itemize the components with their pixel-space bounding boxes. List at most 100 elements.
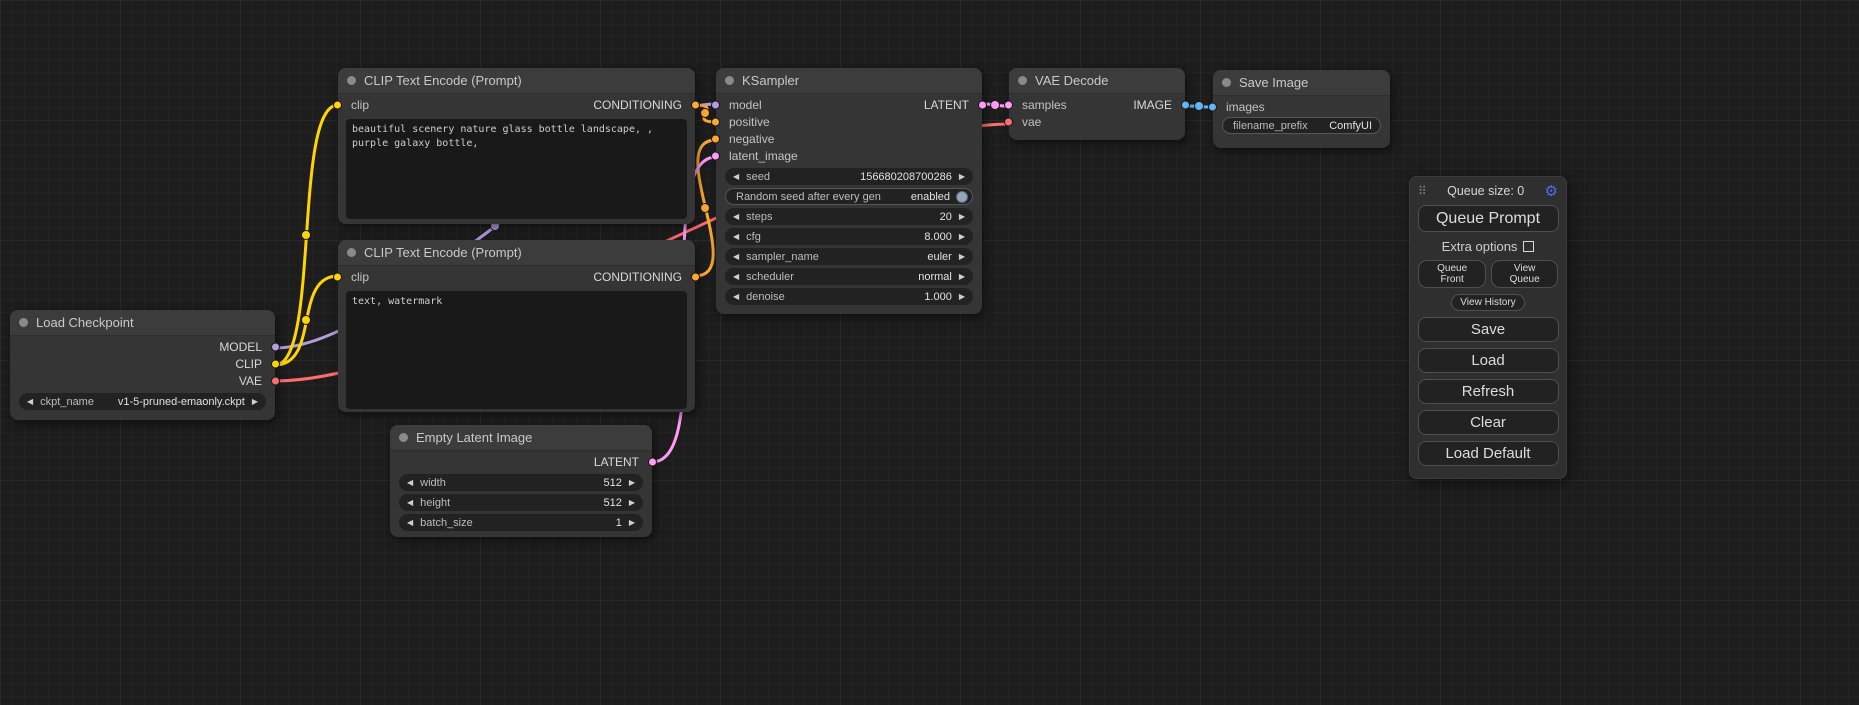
- decrement-arrow-icon[interactable]: [733, 213, 739, 221]
- node-titlebar[interactable]: CLIP Text Encode (Prompt): [338, 240, 695, 266]
- increment-arrow-icon[interactable]: [252, 398, 258, 406]
- input-slot-samples[interactable]: [1004, 100, 1013, 109]
- collapse-dot-icon[interactable]: [725, 76, 734, 85]
- output-slot-clip[interactable]: [271, 359, 280, 368]
- increment-arrow-icon[interactable]: [629, 479, 635, 487]
- slot-row: model LATENT: [716, 96, 982, 113]
- input-slot-vae[interactable]: [1004, 117, 1013, 126]
- refresh-button[interactable]: Refresh: [1418, 379, 1559, 404]
- output-slot-latent[interactable]: [648, 457, 657, 466]
- node-empty-latent-image[interactable]: Empty Latent Image LATENT width 512 heig…: [390, 425, 652, 537]
- node-titlebar[interactable]: Empty Latent Image: [390, 425, 652, 451]
- widget-filename-prefix[interactable]: filename_prefix ComfyUI: [1222, 117, 1381, 134]
- settings-gear-icon[interactable]: [1545, 182, 1558, 200]
- output-slot-latent[interactable]: [978, 100, 987, 109]
- increment-arrow-icon[interactable]: [959, 253, 965, 261]
- decrement-arrow-icon[interactable]: [733, 293, 739, 301]
- link-midpoint-dot: [302, 231, 311, 240]
- collapse-dot-icon[interactable]: [347, 248, 356, 257]
- extra-options-checkbox[interactable]: [1523, 241, 1534, 252]
- clear-button[interactable]: Clear: [1418, 410, 1559, 435]
- widget-random-seed-toggle[interactable]: Random seed after every gen enabled: [725, 188, 973, 205]
- collapse-dot-icon[interactable]: [399, 433, 408, 442]
- widget-label: filename_prefix: [1233, 120, 1308, 132]
- increment-arrow-icon[interactable]: [959, 293, 965, 301]
- node-vae-decode[interactable]: VAE Decode samples IMAGE vae: [1009, 68, 1185, 140]
- input-slot-images[interactable]: [1208, 102, 1217, 111]
- decrement-arrow-icon[interactable]: [407, 479, 413, 487]
- decrement-arrow-icon[interactable]: [733, 233, 739, 241]
- view-history-button[interactable]: View History: [1451, 294, 1524, 311]
- widget-cfg[interactable]: cfg 8.000: [725, 228, 973, 245]
- input-slot-latent-image[interactable]: [711, 151, 720, 160]
- save-button[interactable]: Save: [1418, 317, 1559, 342]
- node-titlebar[interactable]: VAE Decode: [1009, 68, 1185, 94]
- node-titlebar[interactable]: Save Image: [1213, 70, 1390, 96]
- collapse-dot-icon[interactable]: [1222, 78, 1231, 87]
- node-title: Save Image: [1239, 75, 1308, 90]
- queue-front-button[interactable]: Queue Front: [1418, 260, 1486, 288]
- collapse-dot-icon[interactable]: [347, 76, 356, 85]
- widget-sampler-name[interactable]: sampler_name euler: [725, 248, 973, 265]
- decrement-arrow-icon[interactable]: [733, 253, 739, 261]
- widget-batch-size[interactable]: batch_size 1: [399, 514, 643, 531]
- output-slot-model[interactable]: [271, 342, 280, 351]
- slot-row: negative: [716, 130, 982, 147]
- decrement-arrow-icon[interactable]: [733, 273, 739, 281]
- node-save-image[interactable]: Save Image images filename_prefix ComfyU…: [1213, 70, 1390, 148]
- increment-arrow-icon[interactable]: [959, 273, 965, 281]
- increment-arrow-icon[interactable]: [959, 213, 965, 221]
- widget-width[interactable]: width 512: [399, 474, 643, 491]
- widget-scheduler[interactable]: scheduler normal: [725, 268, 973, 285]
- widget-denoise[interactable]: denoise 1.000: [725, 288, 973, 305]
- output-slot-image[interactable]: [1181, 100, 1190, 109]
- output-label-vae: VAE: [239, 374, 262, 388]
- widget-seed[interactable]: seed 156680208700286: [725, 168, 973, 185]
- output-slot-conditioning[interactable]: [691, 272, 700, 281]
- load-button[interactable]: Load: [1418, 348, 1559, 373]
- node-titlebar[interactable]: Load Checkpoint: [10, 310, 275, 336]
- increment-arrow-icon[interactable]: [959, 233, 965, 241]
- node-clip-text-encode-positive[interactable]: CLIP Text Encode (Prompt) clip CONDITION…: [338, 68, 695, 224]
- collapse-dot-icon[interactable]: [1018, 76, 1027, 85]
- increment-arrow-icon[interactable]: [629, 519, 635, 527]
- queue-prompt-button[interactable]: Queue Prompt: [1418, 205, 1559, 232]
- widget-steps[interactable]: steps 20: [725, 208, 973, 225]
- slot-row: latent_image: [716, 147, 982, 164]
- comfyui-canvas[interactable]: { "colors": { "model": "#B39DDB", "clip"…: [0, 0, 1859, 705]
- increment-arrow-icon[interactable]: [959, 173, 965, 181]
- prompt-textarea[interactable]: text, watermark: [346, 291, 687, 409]
- input-slot-clip[interactable]: [333, 100, 342, 109]
- input-slot-positive[interactable]: [711, 117, 720, 126]
- decrement-arrow-icon[interactable]: [407, 519, 413, 527]
- widget-value: normal: [918, 271, 952, 283]
- collapse-dot-icon[interactable]: [19, 318, 28, 327]
- output-label-latent: LATENT: [924, 98, 969, 112]
- node-ksampler[interactable]: KSampler model LATENT positive negative …: [716, 68, 982, 314]
- widget-value: 20: [940, 211, 952, 223]
- view-queue-button[interactable]: View Queue: [1491, 260, 1558, 288]
- node-titlebar[interactable]: KSampler: [716, 68, 982, 94]
- prompt-textarea[interactable]: beautiful scenery nature glass bottle la…: [346, 119, 687, 219]
- input-label-clip: clip: [351, 98, 369, 112]
- toggle-knob[interactable]: [956, 191, 968, 203]
- menu-header: Queue size: 0: [1418, 181, 1558, 201]
- increment-arrow-icon[interactable]: [629, 499, 635, 507]
- drag-handle-icon[interactable]: [1418, 184, 1427, 198]
- queue-size-label: Queue size: 0: [1447, 184, 1524, 198]
- widget-height[interactable]: height 512: [399, 494, 643, 511]
- node-load-checkpoint[interactable]: Load Checkpoint MODEL CLIP VAE ckpt_name…: [10, 310, 275, 420]
- load-default-button[interactable]: Load Default: [1418, 441, 1559, 466]
- output-slot-vae[interactable]: [271, 376, 280, 385]
- decrement-arrow-icon[interactable]: [27, 398, 33, 406]
- node-titlebar[interactable]: CLIP Text Encode (Prompt): [338, 68, 695, 94]
- main-menu-panel: Queue size: 0 Queue Prompt Extra options…: [1409, 176, 1567, 479]
- node-clip-text-encode-negative[interactable]: CLIP Text Encode (Prompt) clip CONDITION…: [338, 240, 695, 412]
- input-slot-model[interactable]: [711, 100, 720, 109]
- decrement-arrow-icon[interactable]: [407, 499, 413, 507]
- widget-ckpt-name[interactable]: ckpt_name v1-5-pruned-emaonly.ckpt: [19, 393, 266, 410]
- decrement-arrow-icon[interactable]: [733, 173, 739, 181]
- output-slot-conditioning[interactable]: [691, 100, 700, 109]
- input-slot-clip[interactable]: [333, 272, 342, 281]
- input-slot-negative[interactable]: [711, 134, 720, 143]
